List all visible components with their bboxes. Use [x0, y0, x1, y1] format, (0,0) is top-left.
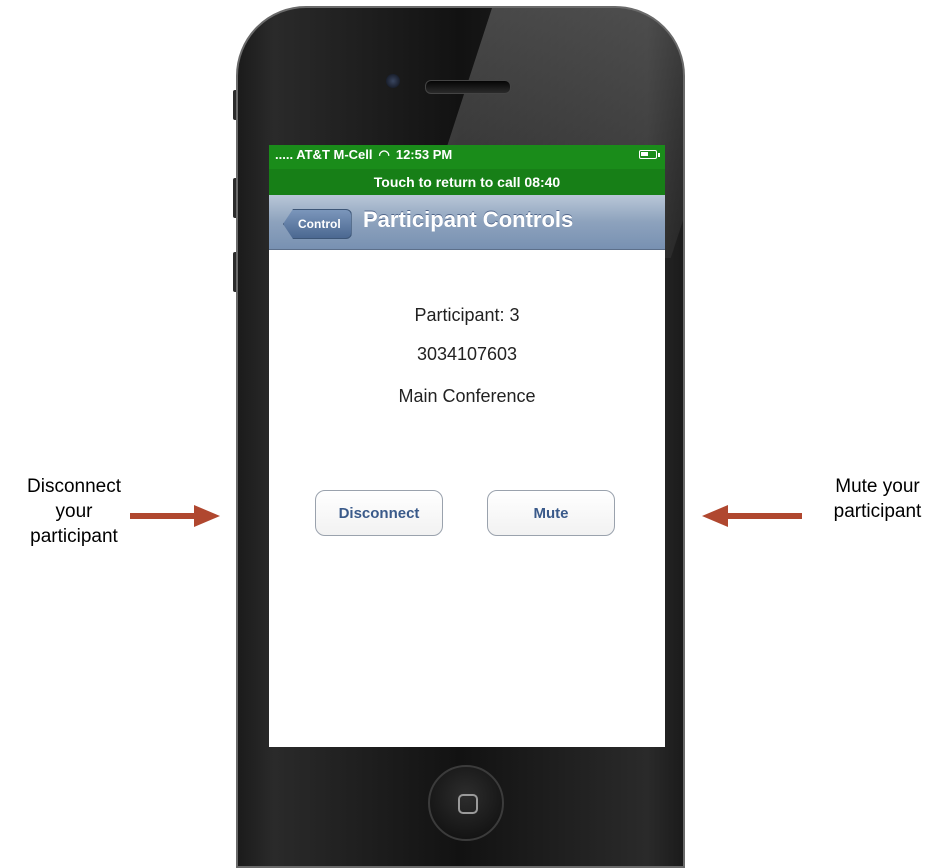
- status-text: ..... AT&T M-Cell ◠ 12:53 PM: [275, 147, 452, 163]
- navigation-bar: Control Participant Controls: [269, 195, 665, 250]
- annotation-line: Mute your: [835, 476, 920, 497]
- arrow-left-icon: [702, 505, 802, 527]
- wifi-icon: ◠: [378, 147, 390, 162]
- home-square-icon: [458, 794, 478, 814]
- annotation-line: participant: [833, 501, 922, 522]
- speaker-grille: [425, 80, 511, 94]
- annotation-line: participant: [30, 526, 118, 547]
- disconnect-annotation: Disconnect your participant: [0, 474, 148, 549]
- battery-icon: [639, 150, 660, 159]
- annotation-line: Disconnect: [27, 476, 121, 497]
- camera-icon: [386, 74, 400, 88]
- arrow-right-icon: [130, 505, 220, 527]
- mute-annotation: Mute your participant: [812, 474, 943, 524]
- return-to-call-bar[interactable]: Touch to return to call 08:40: [269, 169, 665, 195]
- conference-name: Main Conference: [398, 386, 536, 406]
- participant-label: Participant: 3: [414, 305, 520, 325]
- carrier-label: ..... AT&T M-Cell: [275, 147, 373, 162]
- phone-screen: ..... AT&T M-Cell ◠ 12:53 PM Touch to retu…: [269, 145, 665, 747]
- home-button[interactable]: [428, 765, 504, 841]
- mute-button[interactable]: Mute: [487, 490, 615, 536]
- participant-number: 3034107603: [416, 344, 518, 364]
- disconnect-button[interactable]: Disconnect: [315, 490, 443, 536]
- back-button[interactable]: Control: [283, 209, 352, 239]
- page-title: Participant Controls: [363, 207, 574, 232]
- clock-label: 12:53 PM: [395, 147, 453, 162]
- annotation-line: your: [55, 501, 93, 522]
